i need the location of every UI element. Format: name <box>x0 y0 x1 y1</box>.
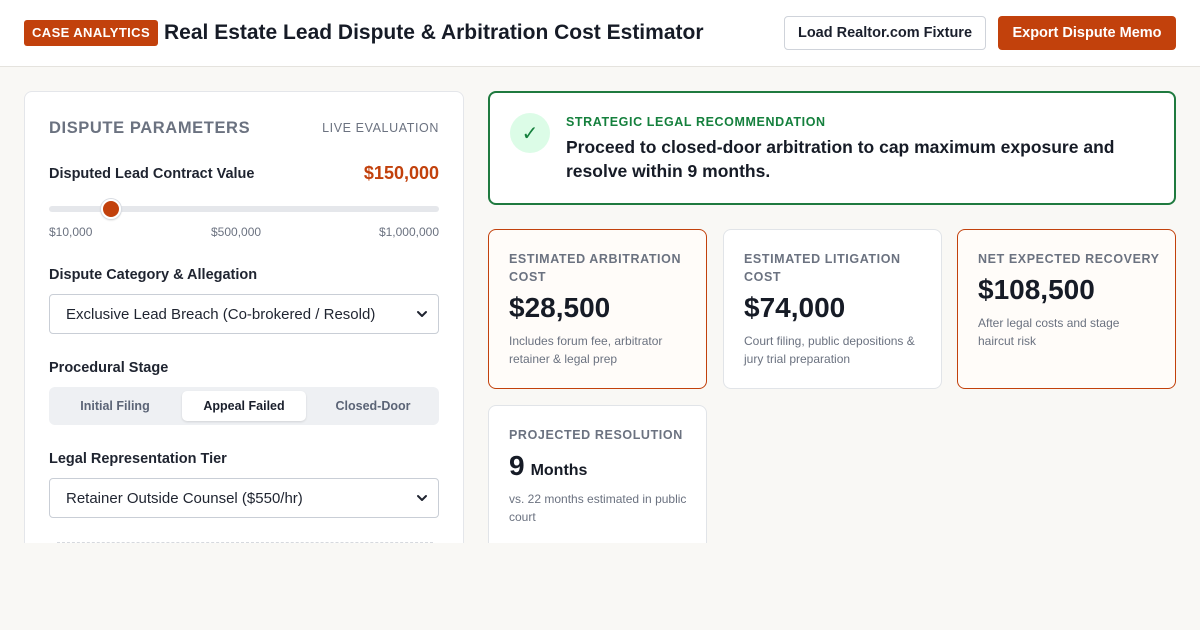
projected-resolution-value: 9 Months <box>509 450 587 482</box>
page-title: Real Estate Lead Dispute & Arbitration C… <box>164 21 704 44</box>
section-divider <box>57 542 433 543</box>
arbitration-cost-card: ESTIMATED ARBITRATION COST $28,500 Inclu… <box>488 229 707 389</box>
procedural-stage-label: Procedural Stage <box>49 360 169 376</box>
chevron-down-icon <box>417 495 427 501</box>
stage-option-closed-door[interactable]: Closed-Door <box>311 391 435 421</box>
litigation-cost-value: $74,000 <box>744 292 846 323</box>
contract-value-slider-thumb[interactable] <box>101 199 122 219</box>
load-fixture-button[interactable]: Load Realtor.com Fixture <box>784 16 986 50</box>
recommendation-text: Proceed to closed-door arbitration to ca… <box>566 137 1115 181</box>
resolution-unit: Months <box>530 462 588 479</box>
slider-min-label: $10,000 <box>49 225 93 239</box>
export-memo-button[interactable]: Export Dispute Memo <box>998 16 1176 50</box>
representation-tier-select[interactable]: Retainer Outside Counsel ($550/hr) <box>49 478 439 518</box>
slider-mid-label: $500,000 <box>211 225 262 239</box>
card-note: vs. 22 months estimated in public court <box>509 492 687 524</box>
card-label: ESTIMATED ARBITRATION COST <box>509 252 682 284</box>
recommendation-kicker: STRATEGIC LEGAL RECOMMENDATION <box>566 115 826 129</box>
dispute-category-value: Exclusive Lead Breach (Co-brokered / Res… <box>66 305 376 323</box>
live-evaluation-tag: LIVE EVALUATION <box>322 121 439 135</box>
top-bar: CASE ANALYTICS Real Estate Lead Dispute … <box>0 0 1200 67</box>
representation-tier-value: Retainer Outside Counsel ($550/hr) <box>66 489 303 507</box>
litigation-cost-card: ESTIMATED LITIGATION COST $74,000 Court … <box>723 229 942 389</box>
card-note: Court filing, public depositions & jury … <box>744 334 915 366</box>
card-label: PROJECTED RESOLUTION <box>509 428 683 442</box>
dispute-category-select[interactable]: Exclusive Lead Breach (Co-brokered / Res… <box>49 294 439 334</box>
card-label: ESTIMATED LITIGATION COST <box>744 252 901 284</box>
representation-tier-label: Legal Representation Tier <box>49 451 227 467</box>
net-recovery-card: NET EXPECTED RECOVERY $108,500 After leg… <box>957 229 1176 389</box>
stage-option-initial-filing[interactable]: Initial Filing <box>53 391 177 421</box>
chevron-down-icon <box>417 311 427 317</box>
dispute-parameters-panel: DISPUTE PARAMETERS LIVE EVALUATION Dispu… <box>24 91 464 543</box>
resolution-number: 9 <box>509 450 525 481</box>
card-note: Includes forum fee, arbitrator retainer … <box>509 334 663 366</box>
procedural-stage-selector: Initial Filing Appeal Failed Closed-Door <box>49 387 439 425</box>
contract-value-readout: $150,000 <box>363 163 439 183</box>
slider-max-label: $1,000,000 <box>378 225 439 239</box>
strategic-recommendation-card: ✓ STRATEGIC LEGAL RECOMMENDATION Proceed… <box>488 91 1176 205</box>
check-icon: ✓ <box>510 113 550 153</box>
panel-title: DISPUTE PARAMETERS <box>49 119 251 137</box>
arbitration-cost-value: $28,500 <box>509 292 611 323</box>
net-recovery-value: $108,500 <box>978 274 1095 305</box>
contract-value-label: Disputed Lead Contract Value <box>49 166 255 182</box>
dispute-category-label: Dispute Category & Allegation <box>49 267 258 283</box>
card-note: After legal costs and stage haircut risk <box>978 316 1120 348</box>
stage-option-appeal-failed[interactable]: Appeal Failed <box>182 391 306 421</box>
card-label: NET EXPECTED RECOVERY <box>978 252 1160 266</box>
main-content: DISPUTE PARAMETERS LIVE EVALUATION Dispu… <box>0 67 1200 543</box>
case-analytics-badge: CASE ANALYTICS <box>24 20 159 46</box>
projected-resolution-card: PROJECTED RESOLUTION 9 Months vs. 22 mont… <box>488 405 707 543</box>
